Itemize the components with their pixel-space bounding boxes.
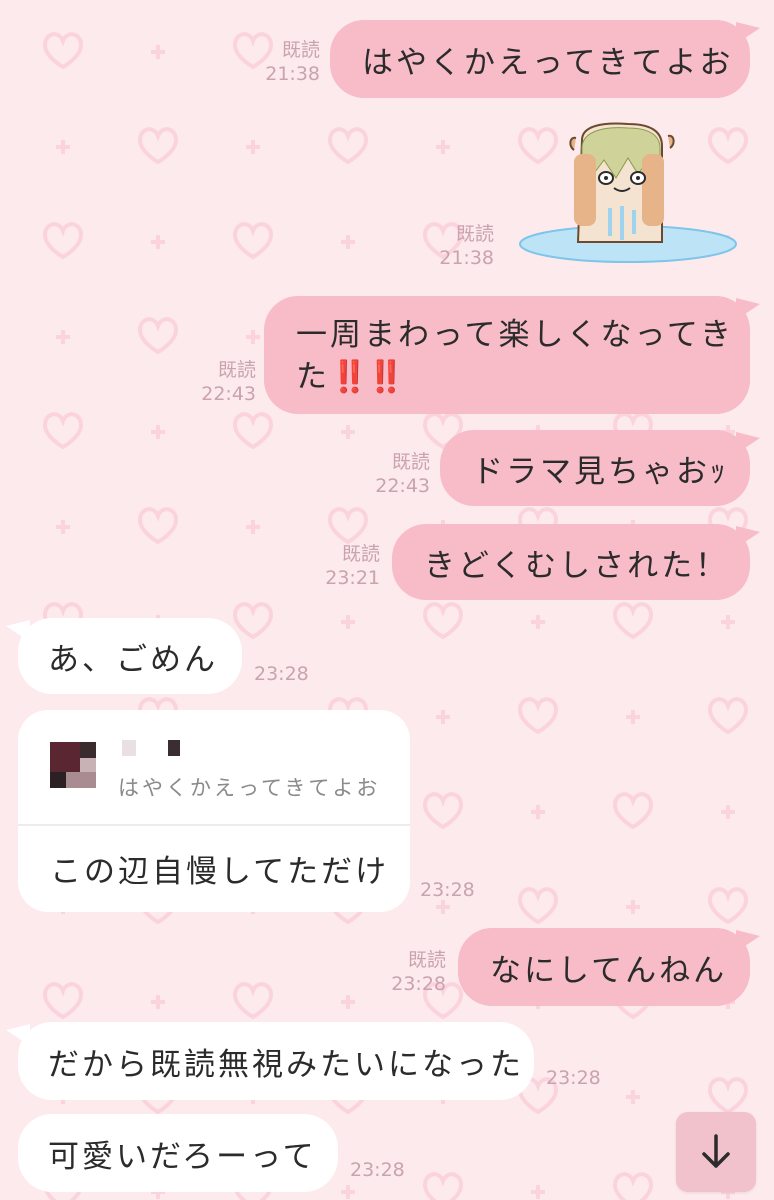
message-text: なにしてんねん — [490, 952, 728, 989]
timestamp: 23:28 — [546, 1067, 601, 1089]
message-text: あ、ごめん — [48, 641, 218, 678]
timestamp: 23:21 — [325, 567, 380, 589]
bubble-tail — [736, 22, 760, 44]
hamster-melting-sticker[interactable] — [510, 118, 740, 274]
timestamp: 21:38 — [265, 63, 320, 85]
quoted-message-text: はやくかえってきてよお — [118, 776, 381, 800]
timestamp: 23:28 — [350, 1159, 405, 1181]
arrow-down-icon — [702, 1134, 730, 1168]
read-receipt: 既読 — [281, 39, 320, 61]
timestamp: 22:43 — [201, 383, 256, 405]
bubble-tail — [736, 432, 760, 454]
read-receipt: 既読 — [217, 359, 256, 381]
read-receipt: 既読 — [341, 543, 380, 565]
message-text: はやくかえってきてよお — [362, 44, 734, 81]
scroll-to-bottom-button[interactable] — [676, 1112, 756, 1192]
read-receipt: 既読 — [455, 223, 494, 245]
message-bubble[interactable]: はやくかえってきてよお — [330, 20, 750, 98]
timestamp: 21:38 — [439, 247, 494, 269]
reply-divider — [18, 824, 410, 826]
read-receipt: 既読 — [391, 451, 430, 473]
quoted-user-name-mosaic — [168, 740, 180, 756]
message-bubble[interactable]: 一周まわって楽しくなってき た‼️‼️ — [264, 296, 750, 414]
message-bubble[interactable]: 可愛いだろーって — [18, 1114, 338, 1192]
read-receipt: 既読 — [407, 949, 446, 971]
message-text-line2: た — [296, 359, 330, 395]
message-bubble[interactable]: きどくむしされた！ — [392, 524, 750, 600]
message-text: ドラマ見ちゃおｯ — [472, 453, 729, 490]
message-text: 可愛いだろーって — [48, 1138, 317, 1175]
bubble-tail — [736, 526, 760, 548]
timestamp: 23:28 — [420, 879, 475, 901]
message-bubble[interactable]: だから既読無視みたいになった — [18, 1022, 534, 1100]
bubble-tail — [736, 298, 760, 320]
quoted-user-avatar — [50, 742, 96, 788]
message-text: この辺自慢してただけ — [50, 854, 390, 890]
quoted-user-name-mosaic — [122, 740, 136, 756]
exclamation-emoji: ‼️‼️ — [330, 359, 405, 395]
timestamp: 22:43 — [375, 475, 430, 497]
message-text: きどくむしされた！ — [424, 547, 730, 584]
message-bubble[interactable]: ドラマ見ちゃおｯ — [440, 430, 750, 506]
timestamp: 23:28 — [391, 973, 446, 995]
timestamp: 23:28 — [254, 663, 309, 685]
reply-bubble[interactable]: はやくかえってきてよお この辺自慢してただけ — [18, 710, 410, 912]
message-text-line1: 一周まわって楽しくなってき — [296, 317, 734, 353]
message-bubble[interactable]: あ、ごめん — [18, 618, 242, 694]
message-bubble[interactable]: なにしてんねん — [458, 928, 750, 1006]
bubble-tail — [736, 930, 760, 952]
message-text: だから既読無視みたいになった — [48, 1046, 524, 1083]
